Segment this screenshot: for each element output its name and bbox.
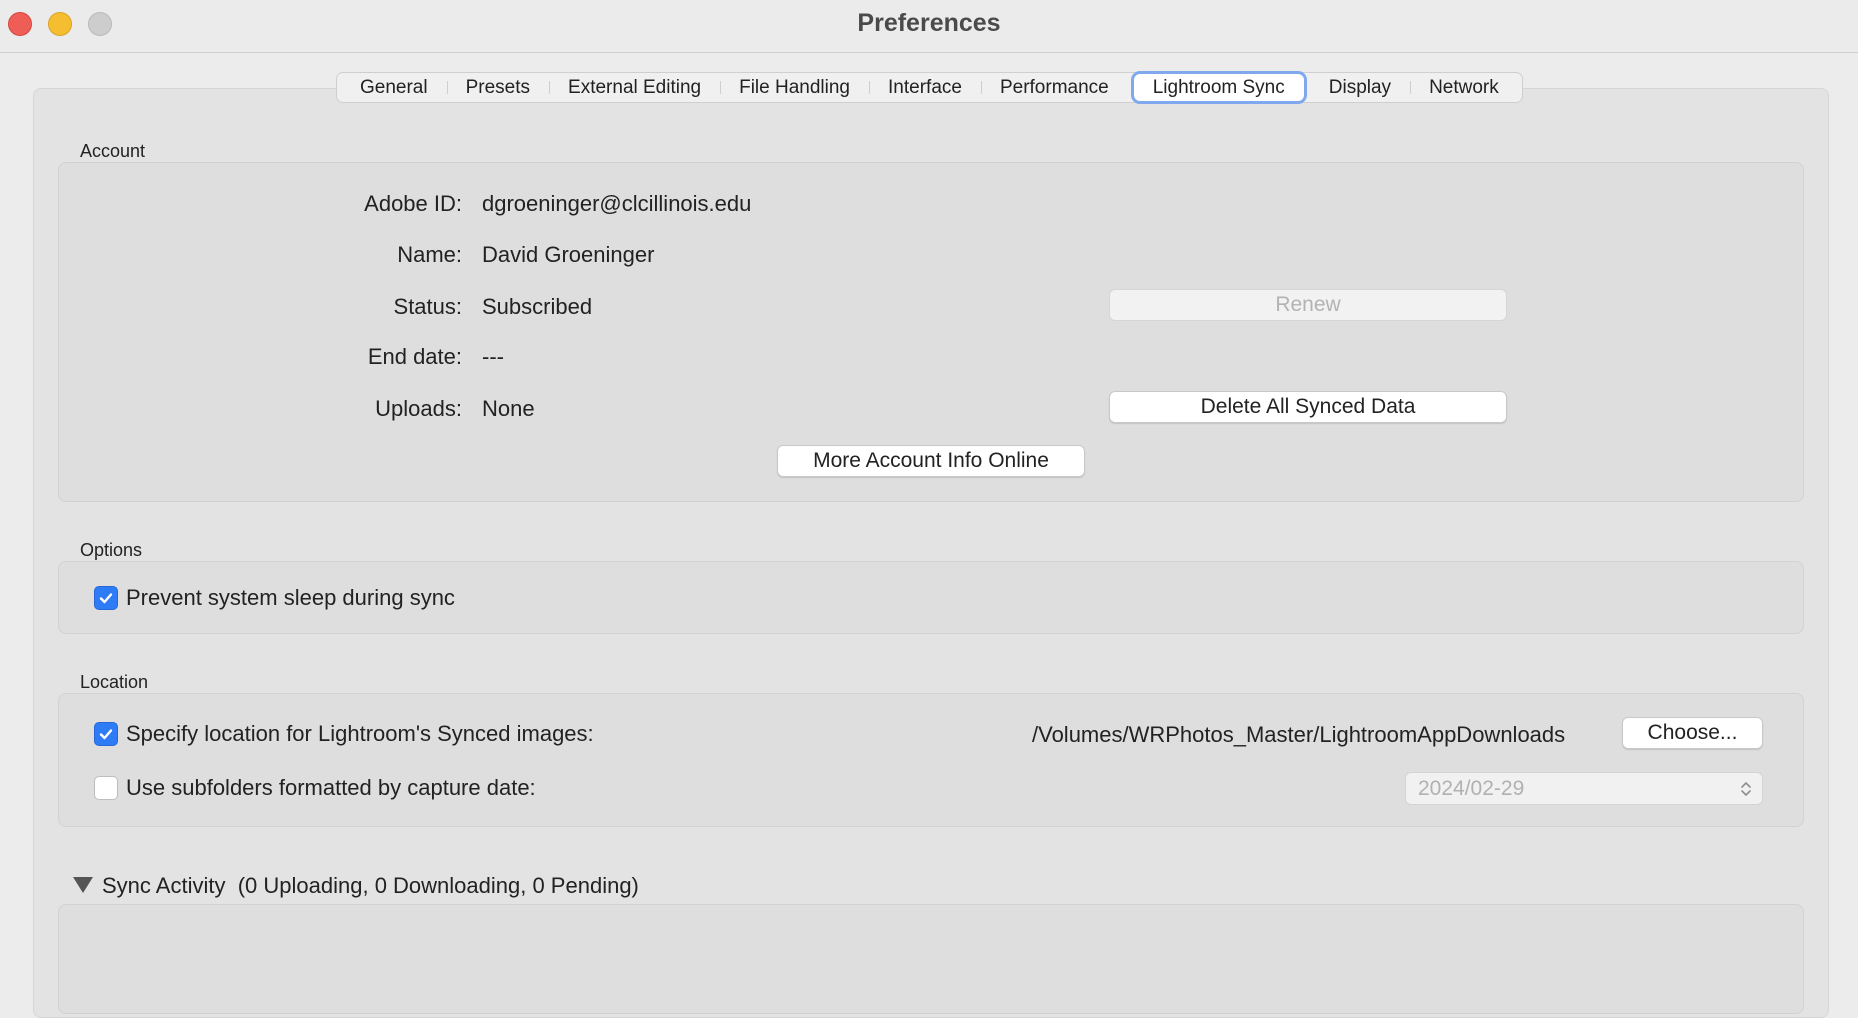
tab-lightroom-sync[interactable]: Lightroom Sync xyxy=(1133,74,1304,101)
end-date-value: --- xyxy=(482,344,504,369)
status-value: Subscribed xyxy=(482,294,593,319)
disclosure-triangle-icon[interactable] xyxy=(72,876,94,894)
renew-button[interactable]: Renew xyxy=(1109,289,1507,321)
status-label: Status: xyxy=(393,294,462,319)
date-format-value: 2024/02-29 xyxy=(1418,777,1525,800)
date-format-select[interactable]: 2024/02-29 xyxy=(1405,772,1763,805)
prevent-sleep-label[interactable]: Prevent system sleep during sync xyxy=(126,585,455,611)
name-value: David Groeninger xyxy=(482,242,655,267)
tab-presets[interactable]: Presets xyxy=(446,74,549,101)
location-section-label: Location xyxy=(80,672,149,692)
checkmark-icon xyxy=(99,593,113,604)
tab-interface[interactable]: Interface xyxy=(869,74,981,101)
tab-general[interactable]: General xyxy=(341,74,447,101)
preferences-tab-bar: General Presets External Editing File Ha… xyxy=(336,72,1523,103)
sync-activity-group xyxy=(58,904,1804,1014)
tab-display[interactable]: Display xyxy=(1310,74,1410,101)
options-section-label: Options xyxy=(80,540,143,560)
name-label: Name: xyxy=(397,242,462,267)
uploads-value: None xyxy=(482,396,535,421)
specify-location-checkbox[interactable] xyxy=(94,722,118,746)
use-subfolders-checkbox[interactable] xyxy=(94,776,118,800)
account-section-label: Account xyxy=(80,141,146,161)
window-title: Preferences xyxy=(857,9,1001,37)
adobe-id-value: dgroeninger@clcillinois.edu xyxy=(482,191,752,216)
tab-external-editing[interactable]: External Editing xyxy=(549,74,720,101)
tab-network[interactable]: Network xyxy=(1410,74,1518,101)
sync-activity-title: Sync Activity xyxy=(102,873,226,898)
sync-activity-summary: (0 Uploading, 0 Downloading, 0 Pending) xyxy=(237,873,639,898)
end-date-label: End date: xyxy=(367,344,462,369)
sync-location-path: /Volumes/WRPhotos_Master/LightroomAppDow… xyxy=(1032,722,1566,747)
up-down-chevron-icon xyxy=(1741,782,1751,796)
prevent-sleep-checkbox[interactable] xyxy=(94,586,118,610)
sync-activity-label[interactable]: Sync Activity (0 Uploading, 0 Downloadin… xyxy=(102,873,639,899)
title-bar: Preferences xyxy=(0,0,1858,53)
checkmark-icon xyxy=(99,729,113,740)
specify-location-label[interactable]: Specify location for Lightroom's Synced … xyxy=(126,721,594,747)
use-subfolders-label[interactable]: Use subfolders formatted by capture date… xyxy=(126,775,536,801)
tab-file-handling[interactable]: File Handling xyxy=(720,74,869,101)
delete-all-synced-data-button[interactable]: Delete All Synced Data xyxy=(1109,391,1507,423)
adobe-id-label: Adobe ID: xyxy=(364,191,462,216)
tab-performance[interactable]: Performance xyxy=(980,74,1128,101)
location-group xyxy=(58,693,1804,827)
uploads-label: Uploads: xyxy=(375,396,462,421)
more-account-info-button[interactable]: More Account Info Online xyxy=(777,445,1085,477)
choose-location-button[interactable]: Choose... xyxy=(1622,717,1763,749)
